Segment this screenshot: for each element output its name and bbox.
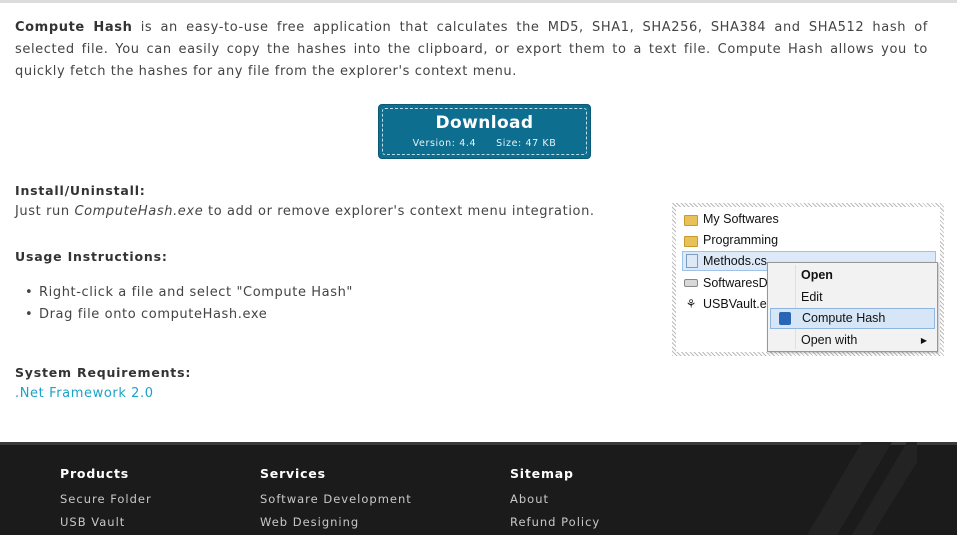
explorer-row: ⚘ USBVault.ex <box>684 294 773 314</box>
download-button[interactable]: Download Version: 4.4 Size: 47 KB <box>378 104 591 159</box>
install-text: Just run ComputeHash.exe to add or remov… <box>15 204 595 219</box>
footer-sitemap-title: Sitemap <box>510 466 574 481</box>
folder-icon <box>684 214 698 226</box>
menu-item-compute-hash-label: Compute Hash <box>802 311 886 325</box>
net-framework-link[interactable]: .Net Framework 2.0 <box>15 386 154 401</box>
explorer-row-label: SoftwaresDi <box>703 276 771 290</box>
footer-link[interactable]: Secure Folder <box>60 492 152 506</box>
usage-heading: Usage Instructions: <box>15 249 168 264</box>
footer-sitemap-column: Sitemap About Refund Policy <box>510 466 600 535</box>
usage-item: Drag file onto computeHash.exe <box>25 304 353 326</box>
explorer-row-label: Methods.cs <box>703 254 767 268</box>
download-size: Size: 47 KB <box>496 138 557 149</box>
menu-item-open-with-label: Open with <box>801 333 858 347</box>
usb-icon: ⚘ <box>685 297 697 311</box>
folder-icon <box>684 235 698 247</box>
footer-link[interactable]: USB Vault <box>60 515 152 529</box>
install-text-after: to add or remove explorer's context menu… <box>203 204 595 219</box>
menu-item-open: Open <box>801 268 833 282</box>
top-divider <box>0 0 957 3</box>
footer-link[interactable]: Web Designing <box>260 515 412 529</box>
menu-item-edit: Edit <box>801 290 823 304</box>
explorer-row-label: Programming <box>703 233 779 247</box>
download-label: Download <box>435 113 534 133</box>
install-text-before: Just run <box>15 204 75 219</box>
install-heading: Install/Uninstall: <box>15 183 146 198</box>
usage-item: Right-click a file and select "Compute H… <box>25 282 353 304</box>
footer-products-column: Products Secure Folder USB Vault <box>60 466 152 535</box>
intro-text: is an easy-to-use free application that … <box>15 20 928 79</box>
context-menu: Open Edit Compute Hash Open with ▶ <box>767 262 938 352</box>
usage-list: Right-click a file and select "Compute H… <box>25 282 353 326</box>
file-icon <box>686 254 698 268</box>
explorer-row-label: USBVault.ex <box>703 297 773 311</box>
menu-item-compute-hash: Compute Hash <box>770 308 935 329</box>
footer-decoration <box>807 442 917 535</box>
explorer-row: My Softwares <box>684 209 779 229</box>
explorer-row-label: My Softwares <box>703 212 779 226</box>
app-name: Compute Hash <box>15 20 133 35</box>
footer-services-title: Services <box>260 466 326 481</box>
submenu-arrow-icon: ▶ <box>920 336 927 345</box>
footer-link[interactable]: Software Development <box>260 492 412 506</box>
download-version: Version: 4.4 <box>412 138 477 149</box>
intro-paragraph: Compute Hash is an easy-to-use free appl… <box>15 17 928 83</box>
footer: Products Secure Folder USB Vault Service… <box>0 442 957 535</box>
compute-hash-icon <box>779 312 791 325</box>
menu-item-open-with: Open with ▶ <box>770 330 935 351</box>
explorer-row: SoftwaresDi <box>684 273 770 293</box>
drive-icon <box>684 279 698 287</box>
install-exe: ComputeHash.exe <box>74 204 204 219</box>
download-meta: Version: 4.4 Size: 47 KB <box>379 138 590 149</box>
footer-services-column: Services Software Development Web Design… <box>260 466 412 535</box>
requirements-heading: System Requirements: <box>15 365 192 380</box>
footer-products-title: Products <box>60 466 129 481</box>
footer-link[interactable]: Refund Policy <box>510 515 600 529</box>
explorer-row: Programming <box>684 230 778 250</box>
footer-link[interactable]: About <box>510 492 600 506</box>
